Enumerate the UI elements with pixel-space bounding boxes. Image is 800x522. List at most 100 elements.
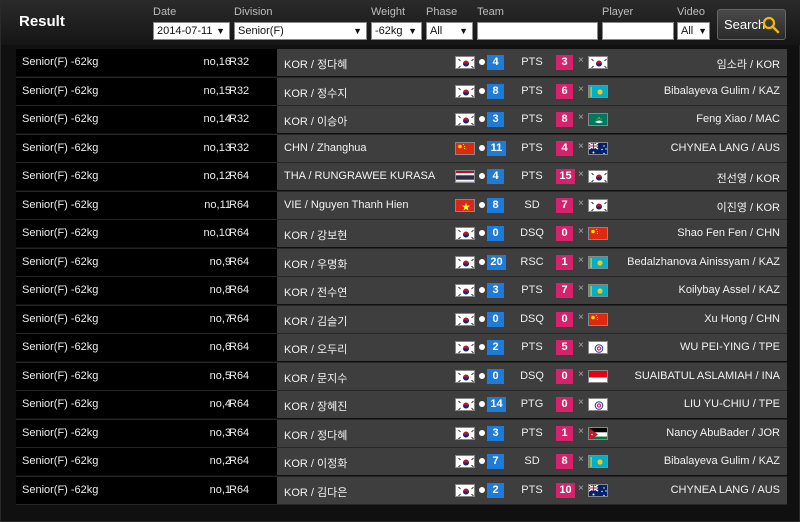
result-row[interactable]: Senior(F) -62kg no,7 R64 KOR / 김슬기 0 DSQ… [16, 305, 787, 334]
result-row[interactable]: Senior(F) -62kg no,14 R32 KOR / 이승아 3 PT… [16, 106, 787, 135]
result-row[interactable]: Senior(F) -62kg no,8 R64 KOR / 전수연 3 PTS… [16, 277, 787, 306]
weight-select[interactable]: -62kg ▼ [371, 22, 422, 40]
player1-score: 8 [487, 83, 504, 99]
page-title: Result [19, 13, 65, 30]
player1-name: CHN / Zhanghua [284, 141, 367, 154]
close-icon: × [578, 425, 584, 437]
result-row[interactable]: Senior(F) -62kg no,12 R64 THA / RUNGRAWE… [16, 163, 787, 192]
player-input[interactable] [602, 22, 674, 40]
round-cell: R64 [229, 227, 250, 239]
round-cell: R64 [229, 426, 250, 439]
match-result: KOR / 정다혜 4 PTS 3 × 임소라 / KOR [277, 49, 787, 76]
winner-dot-icon [479, 315, 485, 322]
match-info: Senior(F) -62kg no,11 R64 [16, 191, 277, 219]
chevron-down-icon: ▼ [698, 26, 707, 36]
result-row[interactable]: Senior(F) -62kg no,13 R32 CHN / Zhanghua… [16, 134, 787, 163]
kor-flag-icon [588, 198, 608, 212]
result-row[interactable]: Senior(F) -62kg no,16 R32 KOR / 정다혜 4 PT… [16, 49, 787, 78]
round-cell: R32 [229, 84, 250, 97]
match-result: KOR / 이승아 3 PTS 8 × Feng Xiao / MAC [277, 106, 787, 133]
match-info: Senior(F) -62kg no,8 R64 [16, 277, 277, 304]
player2-score: 0 [556, 311, 573, 327]
match-info: Senior(F) -62kg no,6 R64 [16, 334, 277, 361]
search-button[interactable]: Search [717, 9, 786, 40]
result-row[interactable]: Senior(F) -62kg no,15 R32 KOR / 정수지 8 PT… [16, 77, 787, 106]
result-row[interactable]: Senior(F) -62kg no,6 R64 KOR / 오두리 2 PTS… [16, 334, 787, 363]
result-row[interactable]: Senior(F) -62kg no,11 R64 VIE / Nguyen T… [16, 191, 787, 220]
player1-score: 7 [487, 454, 504, 469]
result-row[interactable]: Senior(F) -62kg no,9 R64 KOR / 우명화 20 RS… [16, 248, 787, 277]
match-result: THA / RUNGRAWEE KURASA 4 PTS 15 × 전선영 / … [277, 163, 787, 190]
player2-score: 5 [556, 340, 573, 355]
player-label: Player [602, 6, 634, 18]
result-row[interactable]: Senior(F) -62kg no,4 R64 KOR / 장혜진 14 PT… [16, 391, 787, 420]
player2-score: 7 [556, 197, 573, 213]
kor-flag-icon [588, 170, 608, 183]
decision-cell: PTS [521, 56, 543, 68]
round-cell: R64 [229, 284, 250, 296]
winner-dot-icon [479, 87, 485, 94]
winner-dot-icon [479, 429, 485, 436]
player2-score: 10 [556, 482, 575, 498]
close-icon: × [578, 283, 584, 294]
player2-name: Bibalayeva Gulim / KAZ [663, 84, 780, 97]
kaz-flag-icon [588, 255, 608, 269]
player2-score: 6 [556, 83, 573, 99]
division-cell: Senior(F) -62kg [22, 483, 99, 496]
vie-flag-icon [455, 198, 475, 212]
match-number: no,10 [203, 227, 231, 239]
result-row[interactable]: Senior(F) -62kg no,10 R64 KOR / 강보현 0 DS… [16, 220, 787, 249]
player2-score: 8 [556, 454, 573, 469]
division-cell: Senior(F) -62kg [22, 284, 99, 296]
match-info: Senior(F) -62kg no,12 R64 [16, 163, 277, 190]
chevron-down-icon: ▼ [459, 26, 468, 36]
player2-name: 이진영 / KOR [716, 201, 780, 214]
player1-name: KOR / 강보현 [284, 230, 348, 242]
date-select[interactable]: 2014-07-11 ▼ [153, 22, 230, 40]
result-row[interactable]: Senior(F) -62kg no,2 R64 KOR / 이정화 7 SD … [16, 448, 787, 477]
result-row[interactable]: Senior(F) -62kg no,5 R64 KOR / 문지수 0 DSQ… [16, 362, 787, 391]
tha-flag-icon [455, 170, 475, 183]
video-select[interactable]: All ▼ [677, 22, 710, 40]
result-row[interactable]: Senior(F) -62kg no,1 R64 KOR / 김다은 2 PTS… [16, 476, 787, 505]
winner-dot-icon [479, 116, 485, 122]
video-label: Video [677, 6, 705, 18]
round-cell: R64 [229, 255, 250, 268]
division-cell: Senior(F) -62kg [22, 113, 99, 125]
match-info: Senior(F) -62kg no,14 R32 [16, 106, 277, 133]
ina-flag-icon [588, 369, 608, 383]
result-row[interactable]: Senior(F) -62kg no,3 R64 KOR / 정다혜 3 PTS… [16, 419, 787, 448]
player1-name: KOR / 오두리 [284, 344, 348, 356]
kor-flag-icon [588, 56, 608, 69]
match-result: KOR / 우명화 20 RSC 1 × Bedalzhanova Ainiss… [277, 248, 787, 276]
player1-score: 20 [487, 254, 506, 270]
division-label: Division [234, 6, 273, 18]
team-input[interactable] [477, 22, 598, 40]
player2-name: Koilybay Assel / KAZ [678, 284, 781, 296]
division-cell: Senior(F) -62kg [22, 426, 99, 439]
player1-name: KOR / 이정화 [284, 458, 348, 470]
phase-select[interactable]: All ▼ [426, 22, 473, 40]
player2-name: Xu Hong / CHN [704, 312, 780, 325]
division-select[interactable]: Senior(F) ▼ [234, 22, 367, 40]
kor-flag-icon [455, 255, 475, 269]
match-info: Senior(F) -62kg no,3 R64 [16, 419, 277, 447]
match-info: Senior(F) -62kg no,10 R64 [16, 220, 277, 247]
player2-name: Bedalzhanova Ainissyam / KAZ [627, 255, 780, 268]
winner-dot-icon [479, 372, 485, 379]
division-cell: Senior(F) -62kg [22, 455, 99, 467]
chn-flag-icon [588, 227, 608, 240]
player1-name: VIE / Nguyen Thanh Hien [284, 198, 409, 211]
player2-score: 4 [556, 140, 573, 156]
round-cell: R64 [229, 455, 250, 467]
winner-dot-icon [479, 486, 485, 493]
player1-name: KOR / 김다은 [284, 486, 348, 499]
mac-flag-icon [588, 113, 608, 126]
kor-flag-icon [455, 227, 475, 240]
division-cell: Senior(F) -62kg [22, 312, 99, 325]
player1-name: KOR / 우명화 [284, 258, 348, 271]
close-icon: × [578, 169, 584, 180]
player2-name: Feng Xiao / MAC [696, 113, 780, 125]
winner-dot-icon [479, 173, 485, 179]
division-cell: Senior(F) -62kg [22, 398, 99, 410]
